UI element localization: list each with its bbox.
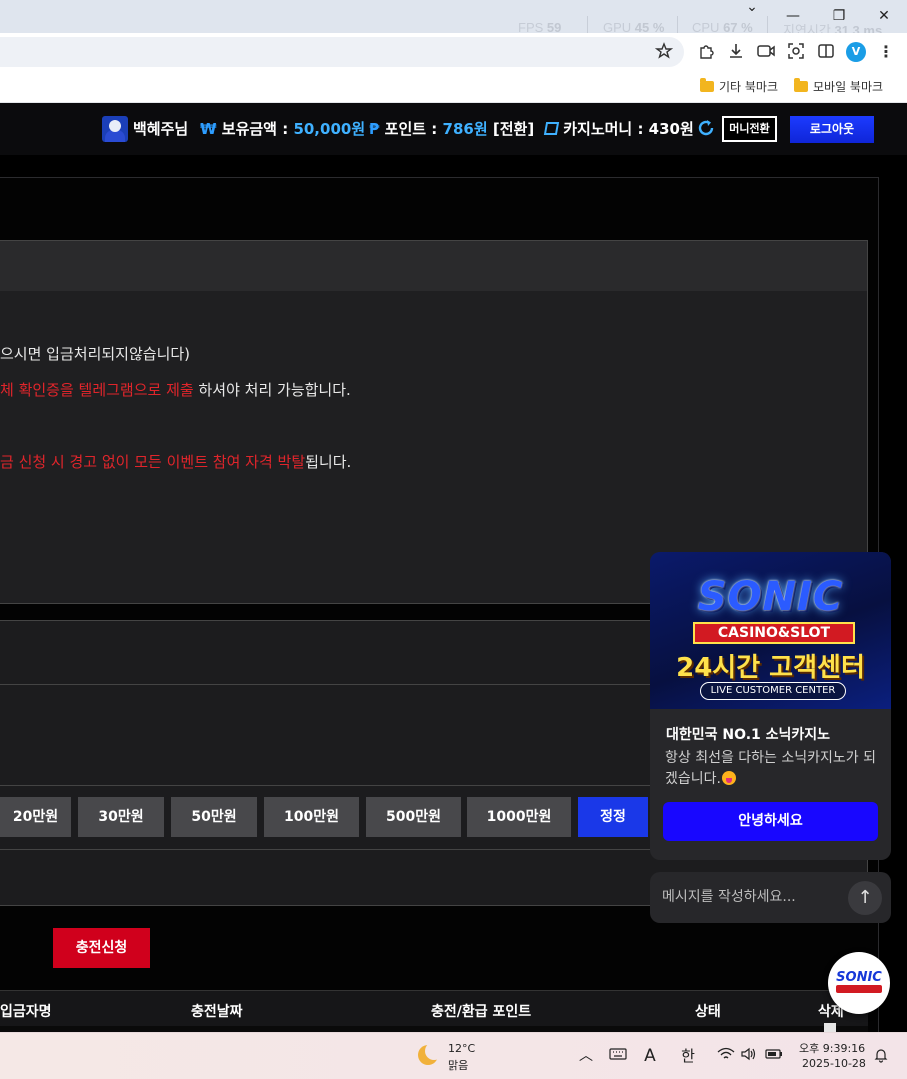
chat-description-text: 항상 최선을 다하는 소닉카지노가 되겠습니다.	[665, 750, 876, 787]
keyboard-icon[interactable]	[609, 1047, 627, 1065]
notification-bell-icon[interactable]	[872, 1047, 890, 1065]
chat-launcher-button[interactable]: SONIC	[828, 952, 890, 1014]
bookmark-star-icon[interactable]	[654, 42, 674, 62]
site-header: 백혜주님 ₩ 보유금액 : 50,000원 ₱ 포인트 : 786원 [전환] …	[0, 103, 907, 155]
tab-search-icon[interactable]: ⌄	[738, 0, 766, 14]
notice-text: 하셔야 처리 가능합니다.	[193, 381, 351, 399]
close-button[interactable]: ✕	[870, 4, 898, 28]
bookmark-folder-mobile[interactable]: 모바일 북마크	[794, 76, 883, 96]
notice-warning-text: 금 신청 시 경고 없이 모든 이벤트 참여 자격 박탈	[0, 453, 306, 471]
deposit-submit-button[interactable]: 충전신청	[53, 928, 150, 968]
notice-header	[0, 240, 868, 291]
amount-button-20[interactable]: 20만원	[0, 797, 71, 837]
point-icon: ₱	[369, 120, 380, 138]
casino-money-label: 카지노머니 : 430원	[563, 120, 694, 138]
bookmark-folder-other[interactable]: 기타 북마크	[700, 76, 778, 96]
scrollbar[interactable]	[824, 1023, 836, 1032]
folder-icon	[700, 77, 714, 92]
refresh-icon[interactable]	[696, 118, 716, 138]
amount-button-500[interactable]: 500만원	[366, 797, 461, 837]
perf-divider	[587, 16, 588, 33]
perf-divider	[767, 16, 768, 33]
address-bar[interactable]	[0, 37, 684, 67]
folder-icon	[794, 77, 808, 92]
amount-button-50[interactable]: 50만원	[171, 797, 257, 837]
user-avatar	[102, 116, 128, 142]
weather-temperature[interactable]: 12°C	[448, 1042, 475, 1055]
bookmarks-bar: 기타 북마크 모바일 북마크	[0, 70, 907, 103]
chat-title: 대한민국 NO.1 소닉카지노	[666, 727, 831, 743]
clock-time[interactable]: 오후 9:39:16	[799, 1040, 865, 1056]
balance-value: 50,000원	[293, 120, 366, 138]
chevron-up-icon[interactable]: ︿	[577, 1047, 595, 1065]
banner-subtitle: LIVE CUSTOMER CENTER	[700, 682, 846, 700]
column-header-depositor: 입금자명	[0, 1004, 52, 1020]
point-display: ₱ 포인트 : 786원 [전환]	[369, 118, 534, 139]
menu-icon[interactable]: ⋮	[876, 42, 896, 62]
amount-button-100[interactable]: 100만원	[264, 797, 359, 837]
chat-description: 항상 최선을 다하는 소닉카지노가 되겠습니다.	[665, 748, 880, 790]
balance-display: ₩ 보유금액 : 50,000원	[200, 118, 365, 139]
bookmark-folder-label: 모바일 북마크	[813, 79, 884, 94]
amount-button-1000[interactable]: 1000만원	[467, 797, 571, 837]
notice-warning-text: 체 확인증을 텔레그램으로 제출	[0, 381, 194, 399]
amount-button-30[interactable]: 30만원	[78, 797, 164, 837]
column-header-status: 상태	[695, 1004, 721, 1020]
point-value: 786원	[442, 120, 488, 138]
notice-text: 됩니다.	[305, 453, 352, 471]
banner-brand: SONIC	[697, 574, 844, 620]
column-header-date: 충전날짜	[191, 1004, 243, 1020]
extensions-icon[interactable]	[696, 42, 716, 62]
battery-icon[interactable]	[765, 1047, 783, 1065]
tongue-emoji-icon	[721, 771, 736, 785]
chat-message-input[interactable]	[662, 886, 842, 908]
browser-toolbar: V ⋮	[0, 33, 907, 70]
split-view-icon[interactable]	[816, 42, 836, 62]
column-header-points: 충전/환급 포인트	[431, 1004, 532, 1020]
point-convert-link[interactable]: [전환]	[493, 120, 534, 138]
casino-money-display: 카지노머니 : 430원	[543, 118, 694, 139]
logout-button[interactable]: 로그아웃	[790, 116, 874, 143]
ime-mode-han[interactable]: 한	[679, 1047, 697, 1065]
weather-condition[interactable]: 맑음	[448, 1057, 468, 1073]
browser-title-bar: FPS 59 GPU 45 % CPU 67 % 지연시간 31.3 ms ⌄ …	[0, 0, 907, 38]
money-switch-button[interactable]: 머니전환	[722, 116, 777, 142]
reset-amount-button[interactable]: 정정	[578, 797, 648, 837]
point-label: 포인트 :	[384, 120, 438, 138]
minimize-button[interactable]: —	[779, 4, 807, 28]
notice-line: 체 확인증을 텔레그램으로 제출 하셔야 처리 가능합니다.	[0, 379, 351, 400]
send-arrow-icon[interactable]: ↑	[848, 881, 882, 915]
wifi-icon[interactable]	[717, 1047, 735, 1065]
screenshot-icon[interactable]	[786, 42, 806, 62]
perf-divider	[677, 16, 678, 33]
won-icon: ₩	[200, 120, 217, 138]
chat-greeting-button[interactable]: 안녕하세요	[663, 802, 878, 841]
launcher-logo-ribbon	[836, 985, 882, 993]
notice-line: 으시면 입금처리되지않습니다)	[0, 345, 191, 363]
clock-date[interactable]: 2025-10-28	[802, 1057, 866, 1070]
banner-casino: CASINO&SLOT	[693, 622, 855, 644]
notice-line: 금 신청 시 경고 없이 모든 이벤트 참여 자격 박탈됩니다.	[0, 451, 351, 472]
restore-button[interactable]: ❐	[825, 4, 853, 28]
chat-widget-card: SONIC CASINO&SLOT 24시간 고객센터 LIVE CUSTOME…	[650, 552, 891, 860]
balance-label: 보유금액 :	[221, 120, 289, 138]
chat-input-bar: ↑	[650, 872, 891, 923]
history-table-header: 입금자명 충전날짜 충전/환급 포인트 상태 삭제	[0, 990, 868, 1026]
camera-icon[interactable]	[756, 42, 776, 62]
volume-icon[interactable]	[740, 1047, 758, 1065]
banner-headline: 24시간 고객센터	[676, 653, 865, 683]
chat-banner-image: SONIC CASINO&SLOT 24시간 고객센터 LIVE CUSTOME…	[650, 552, 891, 709]
sonic-logo-icon: SONIC	[836, 970, 882, 985]
moon-weather-icon[interactable]	[418, 1042, 443, 1065]
profile-avatar[interactable]: V	[846, 42, 866, 62]
windows-taskbar: 12°C 맑음 ︿ A 한 오후 9:39:16 2025-10-28	[0, 1032, 907, 1079]
username: 백혜주님	[133, 120, 189, 138]
ime-mode-a[interactable]: A	[641, 1047, 659, 1065]
bookmark-folder-label: 기타 북마크	[719, 79, 779, 94]
download-icon[interactable]	[726, 42, 746, 62]
casino-chip-icon	[543, 122, 560, 135]
